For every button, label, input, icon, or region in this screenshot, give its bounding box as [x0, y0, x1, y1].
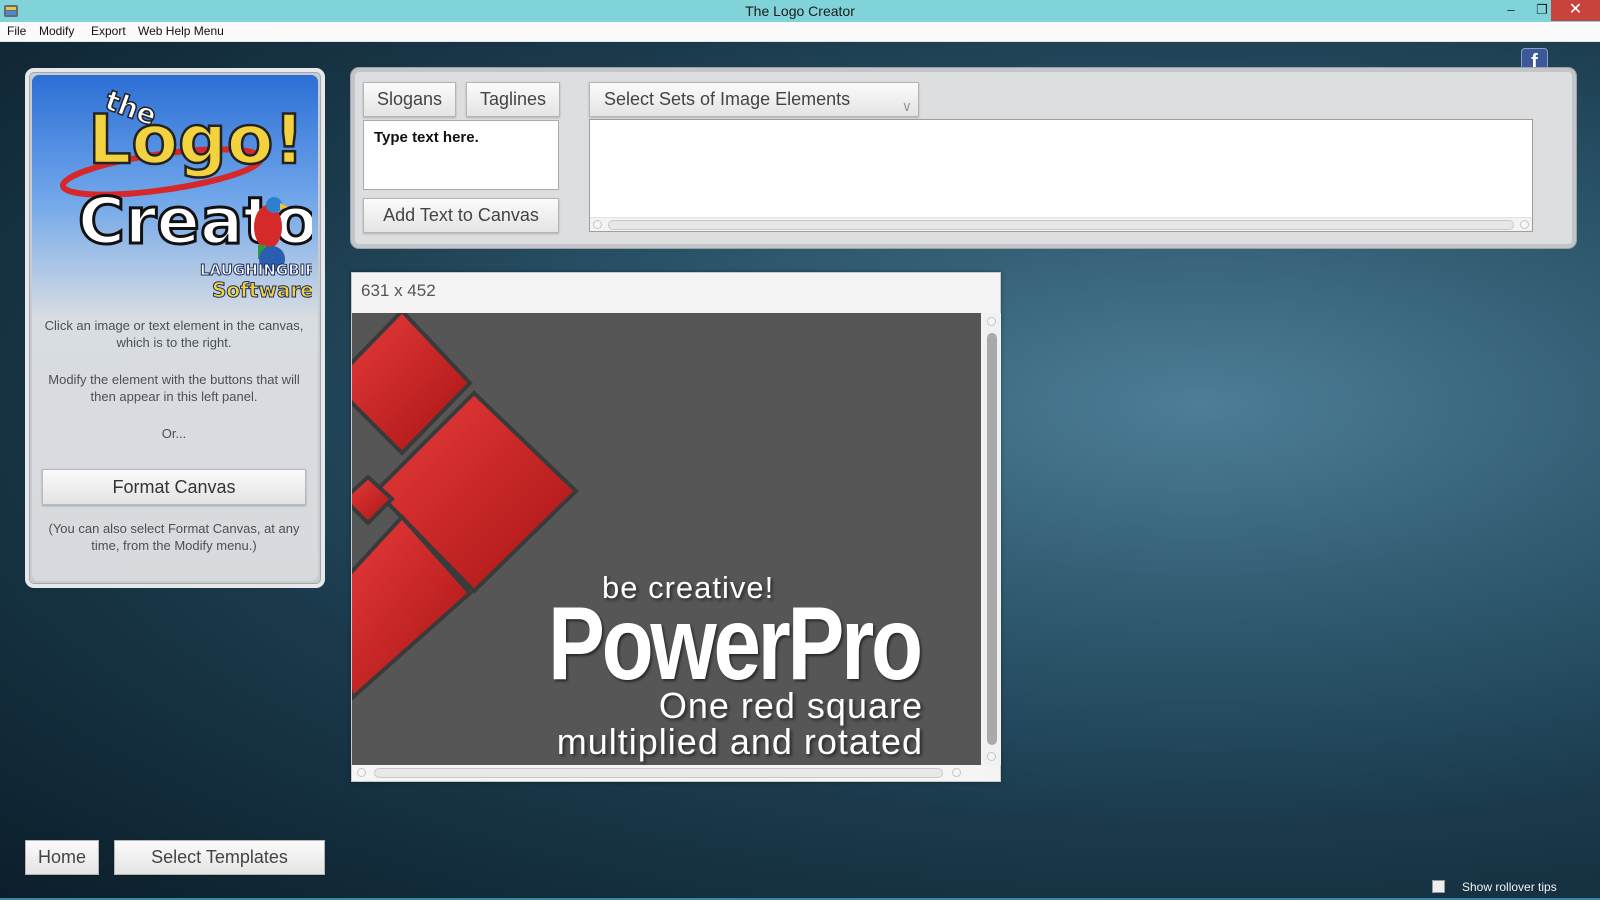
- canvas-vertical-scrollbar[interactable]: [983, 313, 1001, 765]
- select-templates-button[interactable]: Select Templates: [114, 840, 325, 875]
- scroll-up-arrow[interactable]: [987, 317, 996, 326]
- canvas-size-label: 631 x 452: [361, 281, 436, 300]
- logo-software-text: Software: [212, 278, 312, 302]
- image-sets-label: Select Sets of Image Elements: [604, 89, 851, 109]
- canvas-line2-text[interactable]: multiplied and rotated: [557, 721, 923, 763]
- home-button[interactable]: Home: [25, 840, 99, 875]
- rollover-tips-checkbox[interactable]: [1432, 880, 1445, 893]
- help-text-2: Modify the element with the buttons that…: [48, 372, 300, 404]
- menu-modify[interactable]: Modify: [39, 24, 74, 38]
- image-area-scroll-thumb[interactable]: [608, 220, 1514, 230]
- canvas-scroll-right-arrow[interactable]: [952, 768, 961, 777]
- scroll-right-arrow[interactable]: [1520, 220, 1529, 229]
- menu-bar: File Modify Export Web Help Menu: [0, 22, 1600, 42]
- app-logo: the Logo! Creator LAUGHINGBIRD Software: [52, 77, 351, 317]
- add-text-button[interactable]: Add Text to Canvas: [363, 198, 559, 233]
- scroll-left-arrow[interactable]: [593, 220, 602, 229]
- canvas-window: 631 x 452 be creative! PowerPro One red …: [351, 272, 1001, 782]
- text-and-image-panel: Slogans Taglines Select Sets of Image El…: [351, 68, 1576, 248]
- format-note: (You can also select Format Canvas, at a…: [48, 521, 300, 553]
- image-area-scrollbar[interactable]: [590, 217, 1532, 231]
- left-panel-inner: the Logo! Creator LAUGHINGBIRD Software …: [32, 75, 351, 581]
- canvas-horizontal-scrollbar[interactable]: [352, 765, 983, 781]
- text-input[interactable]: Type text here.: [363, 120, 559, 190]
- design-canvas[interactable]: be creative! PowerPro One red square mul…: [352, 313, 981, 765]
- canvas-vertical-scroll-thumb[interactable]: [987, 333, 997, 745]
- help-text-1: Click an image or text element in the ca…: [44, 318, 304, 350]
- taglines-button[interactable]: Taglines: [466, 82, 560, 117]
- format-canvas-button[interactable]: Format Canvas: [42, 469, 306, 505]
- slogans-button[interactable]: Slogans: [363, 82, 456, 117]
- menu-export[interactable]: Export: [91, 24, 126, 38]
- image-sets-dropdown[interactable]: Select Sets of Image Elements ∨: [589, 82, 919, 117]
- help-text-or: Or...: [161, 426, 187, 441]
- rollover-tips-label: Show rollover tips: [1462, 880, 1557, 894]
- scroll-down-arrow[interactable]: [987, 752, 996, 761]
- canvas-scroll-left-arrow[interactable]: [357, 768, 366, 777]
- menu-web-help[interactable]: Web Help Menu: [138, 24, 224, 38]
- logo-main-text: Logo!: [88, 101, 304, 180]
- title-bar: The Logo Creator – ❐ ✕: [0, 0, 1600, 22]
- menu-file[interactable]: File: [7, 24, 26, 38]
- close-button[interactable]: ✕: [1551, 0, 1600, 21]
- window-title: The Logo Creator: [745, 3, 855, 19]
- logo-company-text: LAUGHINGBIRD: [200, 261, 312, 279]
- left-panel: the Logo! Creator LAUGHINGBIRD Software …: [25, 68, 351, 588]
- image-elements-area[interactable]: [589, 119, 1533, 232]
- canvas-horizontal-scroll-thumb[interactable]: [374, 768, 943, 778]
- minimize-button[interactable]: –: [1494, 0, 1528, 21]
